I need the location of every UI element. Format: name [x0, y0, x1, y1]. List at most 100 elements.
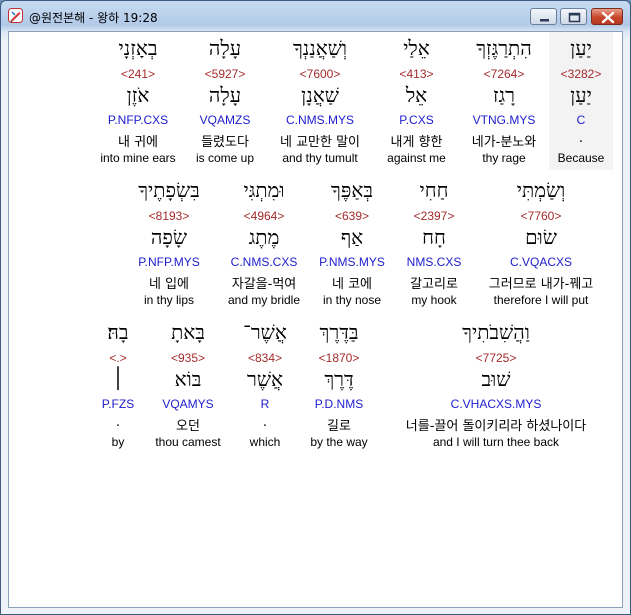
- title-bar[interactable]: @원전본해 - 왕하 19:28: [1, 1, 630, 31]
- english-gloss: Because: [557, 151, 605, 165]
- strong-number[interactable]: <241>: [92, 67, 184, 81]
- strong-number[interactable]: <639>: [309, 209, 395, 223]
- hebrew-word: אֲשֶׁר־: [243, 320, 287, 344]
- english-gloss: and I will turn thee back: [432, 435, 560, 449]
- hebrew-word: בָהּ׃: [107, 320, 129, 344]
- morphology-code: NMS.CXS: [406, 255, 462, 269]
- strong-number[interactable]: <2397>: [395, 209, 473, 223]
- strong-number[interactable]: <7600>: [266, 67, 374, 81]
- hebrew-word: עָלָה: [208, 36, 242, 60]
- lexical-form: שָׂפָה: [150, 225, 188, 249]
- lexical-form: שַׁאֲנָן: [301, 83, 339, 107]
- lexical-form: שׂוּם: [525, 225, 557, 249]
- word-block[interactable]: יַעַן <3282> יַעַן C . Because: [549, 32, 613, 170]
- lexical-form: שׁוּב: [481, 367, 511, 391]
- close-button[interactable]: [591, 8, 623, 25]
- strong-number[interactable]: <1870>: [299, 351, 379, 365]
- hebrew-word: וְשַׁאֲנַנְךָ: [292, 36, 348, 60]
- word-block[interactable]: בְּאַפֶּךָ <639> אַף P.NMS.MYS 네 코에 in t…: [309, 174, 395, 312]
- strong-number[interactable]: <935>: [147, 351, 229, 365]
- app-window: @원전본해 - 왕하 19:28 יַעַן <3282> יַעַן C .: [0, 0, 631, 615]
- word-block[interactable]: בִּשְׂפָתֶיךָ <8193> שָׂפָה P.NFP.MYS 네 …: [124, 174, 214, 312]
- app-pen-icon: [8, 8, 23, 23]
- word-block[interactable]: וּמִתְגִּי <4964> מֶתֶג C.NMS.CXS 자갈을-먹여…: [219, 174, 309, 312]
- morphology-code: R: [260, 397, 270, 411]
- morphology-code: C.VQACXS: [509, 255, 572, 269]
- hebrew-word: וַהֲשִׁבֹתִיךָ: [462, 320, 530, 344]
- strong-number[interactable]: <3282>: [549, 67, 613, 81]
- korean-gloss: .: [578, 131, 584, 146]
- hebrew-word: בַּדֶּרֶךְ: [319, 320, 359, 344]
- word-block[interactable]: וְשַׁאֲנַנְךָ <7600> שַׁאֲנָן C.NMS.MYS …: [266, 32, 374, 170]
- english-gloss: thy rage: [482, 151, 526, 165]
- lexical-form: ׀: [112, 367, 124, 391]
- lexical-form: מֶתֶג: [248, 225, 280, 249]
- word-block[interactable]: בָּאתָ <935> בּוֹא VQAMYS 오던 thou camest: [147, 316, 229, 454]
- hebrew-word: וּמִתְגִּי: [243, 178, 285, 202]
- word-block[interactable]: אֵלַי <413> אֵל P.CXS 내게 향한 against me: [374, 32, 459, 170]
- lexical-form: בּוֹא: [174, 367, 202, 391]
- english-gloss: into mine ears: [100, 151, 176, 165]
- lexical-form: חָח: [422, 225, 446, 249]
- strong-number[interactable]: <7760>: [479, 209, 603, 223]
- english-gloss: against me: [387, 151, 446, 165]
- hebrew-word: בָּאתָ: [171, 320, 205, 344]
- minimize-button[interactable]: [530, 8, 557, 25]
- strong-number[interactable]: <4964>: [219, 209, 309, 223]
- hebrew-word: בְאָזְנָי: [118, 36, 158, 60]
- korean-gloss: 네가-분노와: [471, 135, 537, 150]
- strong-number[interactable]: <834>: [231, 351, 299, 365]
- korean-gloss: .: [115, 415, 121, 430]
- word-block[interactable]: וְשַׂמְתִּי <7760> שׂוּם C.VQACXS 그러므로 내…: [479, 174, 603, 312]
- korean-gloss: 오던: [176, 419, 200, 434]
- english-gloss: by: [111, 435, 125, 449]
- strong-number[interactable]: <5927>: [184, 67, 266, 81]
- english-gloss: my hook: [411, 293, 457, 307]
- word-block[interactable]: בְאָזְנָי <241> אֹזֶן P.NFP.CXS 내 귀에 int…: [92, 32, 184, 170]
- korean-gloss: 길로: [327, 419, 351, 434]
- korean-gloss: 네 입에: [148, 277, 189, 292]
- morphology-code: P.FZS: [101, 397, 135, 411]
- maximize-button[interactable]: [560, 8, 587, 25]
- strong-number[interactable]: <7264>: [459, 67, 549, 81]
- english-gloss: therefore I will put: [493, 293, 589, 307]
- lexical-form: אֲשֶׁר: [247, 367, 283, 391]
- hebrew-word: בְּאַפֶּךָ: [331, 178, 373, 202]
- korean-gloss: 그러므로 내가-꿰고: [488, 277, 594, 292]
- word-block[interactable]: בַּדֶּרֶךְ <1870> דֶּרֶךְ P.D.NMS 길로 by …: [299, 316, 379, 454]
- strong-number[interactable]: <.>: [93, 351, 143, 365]
- korean-gloss: .: [262, 415, 268, 430]
- english-gloss: and my bridle: [227, 293, 301, 307]
- english-gloss: thou camest: [155, 435, 221, 449]
- morphology-code: C.NMS.CXS: [230, 255, 298, 269]
- morphology-code: VTNG.MYS: [472, 113, 536, 127]
- korean-gloss: 네 교만한 말이: [279, 135, 361, 150]
- lexical-form: יַעַן: [570, 83, 592, 107]
- word-block[interactable]: וַהֲשִׁבֹתִיךָ <7725> שׁוּב C.VHACXS.MYS…: [381, 316, 611, 454]
- lexical-form: אֹזֶן: [126, 83, 150, 107]
- maximize-icon: [568, 12, 581, 23]
- word-block[interactable]: הִתְרַגֶּזְךָ <7264> רָגַז VTNG.MYS 네가-분…: [459, 32, 549, 170]
- hebrew-word: בִּשְׂפָתֶיךָ: [138, 178, 200, 202]
- word-block[interactable]: בָהּ׃ <.> ׀ P.FZS . by: [93, 316, 143, 454]
- lexical-form: רָגַז: [492, 83, 515, 107]
- english-gloss: and thy tumult: [282, 151, 358, 165]
- korean-gloss: 내게 향한: [390, 135, 443, 150]
- morphology-code: P.NMS.MYS: [319, 255, 385, 269]
- lexical-form: דֶּרֶךְ: [324, 367, 354, 391]
- morphology-code: C: [576, 113, 586, 127]
- word-block[interactable]: אֲשֶׁר־ <834> אֲשֶׁר R . which: [231, 316, 299, 454]
- morphology-code: P.CXS: [399, 113, 434, 127]
- morphology-code: C.NMS.MYS: [285, 113, 354, 127]
- word-block[interactable]: חַחִי <2397> חָח NMS.CXS 갈고리로 my hook: [395, 174, 473, 312]
- korean-gloss: 내 귀에: [117, 135, 158, 150]
- hebrew-word: חַחִי: [419, 178, 449, 202]
- morphology-code: C.VHACXS.MYS: [450, 397, 542, 411]
- window-title: @원전본해 - 왕하 19:28: [29, 11, 158, 25]
- lexical-form: אַף: [340, 225, 364, 249]
- lexical-form: אֵל: [405, 83, 428, 107]
- word-block[interactable]: עָלָה <5927> עָלָה VQAMZS 들렸도다 is come u…: [184, 32, 266, 170]
- strong-number[interactable]: <7725>: [381, 351, 611, 365]
- strong-number[interactable]: <8193>: [124, 209, 214, 223]
- strong-number[interactable]: <413>: [374, 67, 459, 81]
